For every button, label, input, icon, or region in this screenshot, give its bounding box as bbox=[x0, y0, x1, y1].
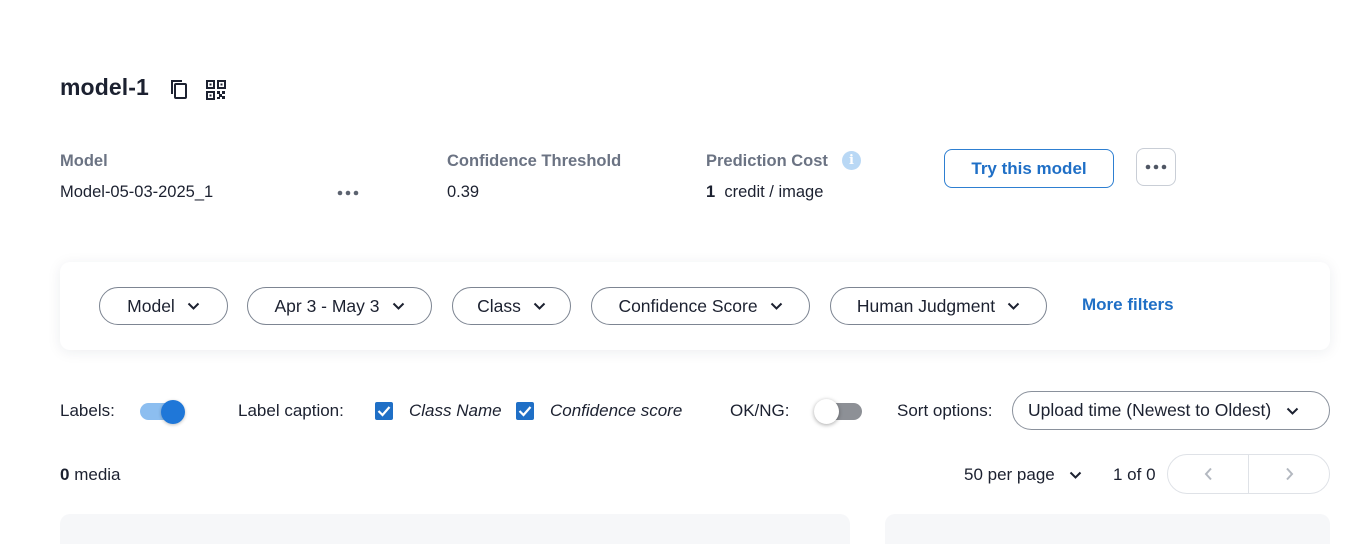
filter-confidence-label: Confidence Score bbox=[618, 295, 758, 316]
qr-code-icon[interactable] bbox=[205, 79, 227, 101]
per-page-select[interactable]: 50 per page bbox=[964, 465, 1082, 485]
filter-human-judgment[interactable]: Human Judgment bbox=[830, 287, 1047, 325]
next-page-button[interactable] bbox=[1248, 455, 1329, 493]
class-name-checkbox[interactable] bbox=[375, 402, 393, 420]
cost-amount: 1 bbox=[706, 183, 716, 201]
class-name-label: Class Name bbox=[409, 401, 502, 420]
copy-icon[interactable] bbox=[168, 78, 190, 100]
chevron-right-icon bbox=[1285, 467, 1293, 481]
detail-panel bbox=[885, 514, 1330, 544]
cost-value: 1 credit / image bbox=[706, 183, 823, 202]
cost-unit: credit / image bbox=[724, 183, 824, 201]
more-actions-button[interactable] bbox=[1136, 148, 1176, 186]
filter-class[interactable]: Class bbox=[452, 287, 571, 325]
okng-toggle[interactable] bbox=[814, 399, 864, 424]
page-info: 1 of 0 bbox=[1113, 465, 1156, 484]
filter-human-judgment-label: Human Judgment bbox=[856, 295, 996, 316]
chevron-down-icon bbox=[1286, 407, 1299, 415]
prev-page-button[interactable] bbox=[1168, 455, 1248, 493]
info-icon[interactable]: i bbox=[842, 151, 861, 170]
filter-bar: Model Apr 3 - May 3 Class Confidence Sco… bbox=[60, 262, 1330, 350]
label-caption-label: Label caption: bbox=[238, 401, 344, 420]
chevron-down-icon bbox=[187, 302, 200, 310]
sort-options-label: Sort options: bbox=[897, 401, 993, 420]
filter-model[interactable]: Model bbox=[99, 287, 228, 325]
media-count: 0 media bbox=[60, 465, 121, 485]
confidence-score-checkbox[interactable] bbox=[516, 402, 534, 420]
per-page-value: 50 per page bbox=[964, 465, 1055, 484]
page-title: model-1 bbox=[60, 74, 149, 100]
model-label: Model bbox=[60, 152, 108, 170]
cost-label: Prediction Cost bbox=[706, 152, 828, 170]
pagination bbox=[1167, 454, 1330, 494]
sort-select[interactable]: Upload time (Newest to Oldest) bbox=[1012, 391, 1330, 430]
labels-toggle[interactable] bbox=[140, 400, 187, 424]
chevron-down-icon bbox=[770, 302, 782, 310]
okng-label: OK/NG: bbox=[730, 401, 790, 420]
filter-confidence-score[interactable]: Confidence Score bbox=[591, 287, 810, 325]
confidence-score-label: Confidence score bbox=[550, 401, 683, 420]
chevron-down-icon bbox=[392, 302, 404, 310]
model-more-icon[interactable] bbox=[336, 186, 360, 200]
labels-label: Labels: bbox=[60, 401, 115, 420]
try-model-button[interactable]: Try this model bbox=[944, 149, 1114, 188]
filter-date-label: Apr 3 - May 3 bbox=[274, 295, 380, 316]
chevron-down-icon bbox=[533, 302, 546, 310]
filter-class-label: Class bbox=[477, 295, 521, 316]
chevron-left-icon bbox=[1204, 467, 1212, 481]
threshold-label: Confidence Threshold bbox=[447, 152, 622, 170]
more-filters-link[interactable]: More filters bbox=[1082, 295, 1174, 315]
threshold-value: 0.39 bbox=[447, 183, 480, 201]
model-value: Model-05-03-2025_1 bbox=[60, 183, 214, 201]
sort-select-value: Upload time (Newest to Oldest) bbox=[1028, 400, 1272, 420]
chevron-down-icon bbox=[1007, 302, 1020, 310]
media-count-suffix: media bbox=[74, 465, 121, 484]
chevron-down-icon bbox=[1069, 471, 1081, 479]
media-count-number: 0 bbox=[60, 465, 70, 484]
media-grid-panel bbox=[60, 514, 850, 544]
filter-model-label: Model bbox=[127, 295, 175, 316]
filter-date-range[interactable]: Apr 3 - May 3 bbox=[247, 287, 432, 325]
more-horizontal-icon bbox=[1145, 164, 1167, 170]
